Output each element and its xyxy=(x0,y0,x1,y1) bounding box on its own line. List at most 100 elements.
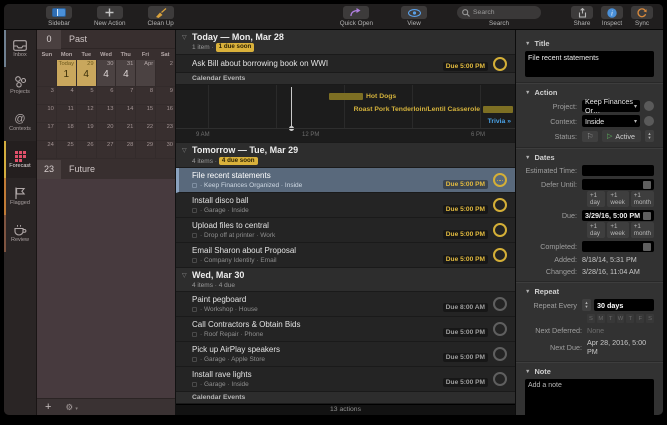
task-row[interactable]: Upload files to central · Drop off at pr… xyxy=(176,218,515,244)
weekday-toggle[interactable]: M xyxy=(596,314,605,323)
calendar-day-cell[interactable]: 8 xyxy=(136,87,157,105)
weekday-toggle[interactable]: W xyxy=(616,314,625,323)
calendar-day-cell[interactable]: 22 xyxy=(136,123,157,141)
gear-menu-button[interactable]: ⚙ ▾ xyxy=(65,402,78,413)
share-button[interactable] xyxy=(571,6,593,19)
plus-one-month-button[interactable]: +1 month xyxy=(630,191,654,207)
context-detail-button[interactable] xyxy=(644,116,654,126)
calendar-day-cell[interactable]: 2 xyxy=(156,60,176,87)
calendar-day-cell[interactable]: 26 xyxy=(76,141,97,159)
calendar-day-cell[interactable]: 21 xyxy=(116,123,137,141)
flag-checkbox[interactable] xyxy=(192,331,197,337)
inspect-button[interactable]: i xyxy=(601,6,623,19)
calendar-day-cell[interactable]: 7 xyxy=(116,87,137,105)
status-dropdown[interactable]: ▷ Active xyxy=(602,130,641,142)
task-row[interactable]: Email Sharon about Proposal · Company Id… xyxy=(176,243,515,269)
complete-circle[interactable] xyxy=(493,371,507,386)
calendar-event[interactable]: Trivia » xyxy=(488,118,511,125)
task-row[interactable]: Call Contractors & Obtain Bids · Roof Re… xyxy=(176,316,515,342)
sync-button[interactable] xyxy=(631,6,653,19)
project-detail-button[interactable] xyxy=(644,101,654,111)
sidebar-button[interactable] xyxy=(46,6,72,19)
new-action-button[interactable] xyxy=(96,6,123,19)
sidebar-item-projects[interactable]: Projects xyxy=(4,67,36,104)
repeat-every-field[interactable]: 30 days xyxy=(594,299,654,311)
quick-open-button[interactable] xyxy=(343,6,370,19)
calendar-picker-icon[interactable] xyxy=(643,180,651,189)
calendar-day-cell-today[interactable]: Today 1 xyxy=(56,60,77,87)
search-field[interactable] xyxy=(457,6,541,19)
complete-circle[interactable] xyxy=(493,346,507,361)
calendar-day-cell[interactable]: 18 xyxy=(56,123,77,141)
calendar-day-cell[interactable]: 20 xyxy=(96,123,117,141)
clean-up-button[interactable] xyxy=(147,6,174,19)
calendar-day-cell[interactable]: 9 xyxy=(156,87,176,105)
flag-checkbox[interactable] xyxy=(192,356,197,362)
calendar-event[interactable]: Roast Pork Tenderloin/Lentil Casserole xyxy=(354,106,513,114)
group-header-tomorrow[interactable]: ▽ Tomorrow — Tue, Mar 29 4 items · 4 due … xyxy=(176,143,515,169)
complete-circle[interactable] xyxy=(493,173,507,188)
calendar-day-cell[interactable] xyxy=(37,60,57,87)
task-row[interactable]: Paint pegboard · Workshop · House Due 8:… xyxy=(176,291,515,317)
flag-checkbox[interactable] xyxy=(192,183,197,189)
note-section-header[interactable]: ▼ Note xyxy=(525,367,654,376)
weekday-toggle[interactable]: S xyxy=(587,314,595,323)
flag-checkbox[interactable] xyxy=(192,233,197,239)
estimated-time-field[interactable] xyxy=(582,165,654,176)
defer-until-field[interactable] xyxy=(582,179,654,190)
sidebar-item-review[interactable]: Review xyxy=(4,215,36,252)
future-row[interactable]: 23 Future xyxy=(37,159,175,179)
calendar-day-cell[interactable]: 28 xyxy=(116,141,137,159)
calendar-day-cell[interactable]: 23 xyxy=(156,123,176,141)
weekday-toggle[interactable]: S xyxy=(646,314,655,323)
context-dropdown[interactable]: Inside ▾ xyxy=(582,115,640,127)
status-stepper[interactable]: ▲ ▼ xyxy=(645,130,654,142)
calendar-picker-icon[interactable] xyxy=(643,242,651,251)
calendar-day-cell[interactable]: 29 4 xyxy=(76,60,97,87)
calendar-day-cell[interactable]: 4 xyxy=(56,87,77,105)
calendar-day-cell[interactable]: 6 xyxy=(96,87,117,105)
sidebar-item-forecast[interactable]: Forecast xyxy=(4,141,36,178)
flag-checkbox[interactable] xyxy=(192,258,197,264)
add-item-button[interactable]: + xyxy=(45,401,51,413)
repeat-section-header[interactable]: ▼ Repeat xyxy=(525,287,654,296)
sidebar-item-inbox[interactable]: Inbox xyxy=(4,30,36,67)
action-section-header[interactable]: ▼ Action xyxy=(525,88,654,97)
calendar-day-cell[interactable]: 14 xyxy=(116,105,137,123)
calendar-day-cell[interactable]: Apr xyxy=(136,60,157,87)
flag-checkbox[interactable] xyxy=(192,208,197,214)
calendar-day-cell[interactable]: 24 xyxy=(37,141,57,159)
project-dropdown[interactable]: Keep Finances Or… ▾ xyxy=(582,97,640,115)
calendar-day-cell[interactable]: 17 xyxy=(37,123,57,141)
complete-circle[interactable] xyxy=(493,56,507,71)
group-header-today[interactable]: ▽ Today — Mon, Mar 28 1 item · 1 due soon xyxy=(176,30,515,56)
calendar-day-cell[interactable]: 5 xyxy=(76,87,97,105)
note-textarea[interactable]: Add a note xyxy=(525,379,654,415)
calendar-day-cell[interactable]: 12 xyxy=(76,105,97,123)
calendar-day-cell[interactable]: 29 xyxy=(136,141,157,159)
sidebar-item-flagged[interactable]: Flagged xyxy=(4,178,36,215)
due-field[interactable]: 3/29/16, 5:00 PM xyxy=(582,210,654,221)
repeat-stepper[interactable]: ▲ ▼ xyxy=(582,299,591,311)
calendar-event[interactable]: Hot Dogs xyxy=(329,93,396,101)
calendar-day-cell[interactable]: 10 xyxy=(37,105,57,123)
title-section-header[interactable]: ▼ Title xyxy=(525,39,654,48)
view-button[interactable] xyxy=(401,6,427,19)
calendar-day-cell[interactable]: 30 4 xyxy=(96,60,117,87)
calendar-picker-icon[interactable] xyxy=(643,211,651,220)
calendar-day-cell[interactable]: 31 4 xyxy=(116,60,137,87)
flag-checkbox[interactable] xyxy=(192,381,197,387)
calendar-day-cell[interactable]: 16 xyxy=(156,105,176,123)
sidebar-item-contexts[interactable]: @ Contexts xyxy=(4,104,36,141)
task-row[interactable]: Install rave lights · Garage · Inside Du… xyxy=(176,366,515,392)
disclosure-triangle-icon[interactable]: ▽ xyxy=(182,147,187,154)
title-input[interactable]: File recent statements xyxy=(525,51,654,77)
calendar-day-cell[interactable]: 25 xyxy=(56,141,77,159)
calendar-day-cell[interactable]: 15 xyxy=(136,105,157,123)
calendar-day-cell[interactable]: 30 xyxy=(156,141,176,159)
plus-one-day-button[interactable]: +1 day xyxy=(587,222,606,238)
flag-toggle-button[interactable]: ⚐ xyxy=(582,130,598,142)
past-row[interactable]: 0 Past xyxy=(37,29,175,49)
complete-circle[interactable] xyxy=(493,223,507,238)
complete-circle[interactable] xyxy=(493,296,507,311)
